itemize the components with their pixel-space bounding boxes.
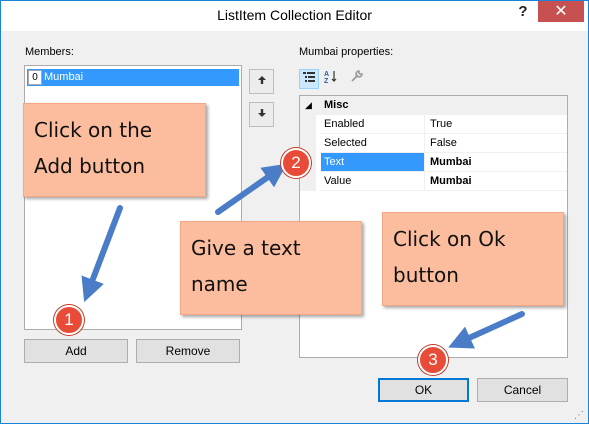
property-value[interactable]: Mumbai	[424, 153, 567, 172]
remove-button[interactable]: Remove	[136, 339, 240, 363]
close-button[interactable]: ✕	[538, 1, 584, 22]
arrow-up-icon	[257, 75, 267, 88]
property-row[interactable]: Enabled True	[300, 115, 567, 134]
arrow-down-icon	[257, 108, 267, 121]
help-button[interactable]: ?	[509, 1, 537, 22]
property-row[interactable]: Selected False	[300, 134, 567, 153]
row-gutter	[300, 115, 316, 134]
note-line: Click on Ok	[393, 227, 506, 251]
properties-toolbar: AZ	[299, 69, 369, 91]
property-name: Selected	[321, 134, 424, 153]
sort-alphabetical-icon[interactable]: AZ	[321, 69, 341, 89]
categorized-icon[interactable]	[299, 69, 319, 89]
ok-button[interactable]: OK	[378, 378, 469, 402]
step-badge-1: 1	[54, 305, 84, 335]
svg-text:Z: Z	[324, 78, 329, 83]
note-line: Add button	[34, 154, 146, 178]
add-button[interactable]: Add	[24, 339, 128, 363]
property-row[interactable]: Value Mumbai	[300, 172, 567, 191]
category-row[interactable]: ◢ Misc	[300, 96, 567, 115]
note-ok-button: Click on Ok button	[382, 212, 564, 306]
note-line: button	[393, 263, 459, 287]
note-add-button: Click on the Add button	[23, 103, 206, 197]
note-line: name	[191, 272, 248, 296]
members-label: Members:	[25, 46, 74, 58]
property-value[interactable]: False	[424, 134, 567, 153]
step-badge-3: 3	[418, 345, 448, 375]
note-line: Give a text	[191, 236, 301, 260]
member-text: Mumbai	[44, 71, 84, 83]
category-label: Misc	[324, 99, 349, 111]
window-title: ListItem Collection Editor	[217, 7, 372, 23]
title-bar[interactable]: ListItem Collection Editor ? ✕	[1, 1, 588, 31]
note-line: Click on the	[34, 118, 153, 142]
note-text-name: Give a text name	[180, 221, 362, 315]
property-name: Value	[321, 172, 424, 191]
list-item[interactable]: 0 Mumbai	[27, 69, 239, 86]
cancel-button[interactable]: Cancel	[477, 378, 568, 402]
member-index: 0	[28, 70, 42, 85]
property-value[interactable]: True	[424, 115, 567, 134]
move-down-button[interactable]	[249, 102, 274, 127]
property-name: Text	[321, 153, 424, 172]
move-up-button[interactable]	[249, 69, 274, 94]
wrench-icon[interactable]	[347, 69, 367, 89]
property-row-selected[interactable]: Text Mumbai	[300, 153, 567, 172]
resize-grip-icon[interactable]: ⋰	[574, 410, 584, 421]
property-value[interactable]: Mumbai	[424, 172, 567, 191]
collapse-icon[interactable]: ◢	[305, 96, 312, 114]
property-name: Enabled	[321, 115, 424, 134]
step-badge-2: 2	[281, 148, 311, 178]
svg-text:A: A	[324, 71, 329, 78]
properties-label: Mumbai properties:	[299, 46, 394, 58]
